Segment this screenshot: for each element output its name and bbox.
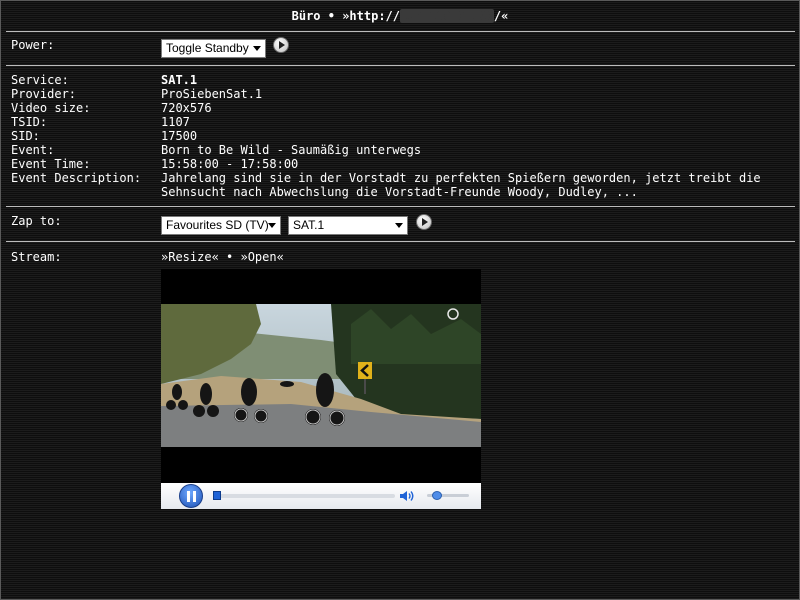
video-frame[interactable] — [161, 304, 481, 447]
channel-select[interactable]: SAT.1 — [288, 216, 408, 235]
pause-icon[interactable] — [179, 484, 203, 508]
video-player[interactable] — [161, 269, 481, 509]
divider — [6, 241, 795, 242]
volume-icon[interactable] — [399, 490, 415, 502]
zap-go-button[interactable] — [416, 214, 432, 230]
select-arrow-icon — [268, 223, 276, 228]
zap-label: Zap to: — [11, 214, 62, 228]
event-description-line: Sehnsucht nach Abwechslung die Vorstadt-… — [161, 185, 638, 199]
event-description: Jahrelang sind sie in der Vorstadt zu pe… — [161, 171, 791, 199]
service-label: Service: — [11, 73, 69, 87]
power-go-button[interactable] — [273, 37, 289, 53]
player-controls — [161, 483, 481, 509]
video-size-label: Video size: — [11, 101, 91, 115]
select-arrow-icon — [395, 223, 403, 228]
provider-label: Provider: — [11, 87, 77, 101]
seek-bar[interactable] — [213, 494, 395, 498]
tsid-label: TSID: — [11, 115, 48, 129]
title-prefix: Büro • »http:// — [291, 9, 400, 23]
seek-handle[interactable] — [213, 491, 221, 500]
link-separator: • — [218, 250, 241, 264]
video-size-value: 720x576 — [161, 101, 212, 115]
event-description-label: Event Description: — [11, 171, 142, 185]
bouquet-select[interactable]: Favourites SD (TV) — [161, 216, 281, 235]
tsid-value: 1107 — [161, 115, 190, 129]
divider — [6, 65, 795, 66]
provider-value: ProSiebenSat.1 — [161, 87, 263, 101]
sid-label: SID: — [11, 129, 40, 143]
event-label: Event: — [11, 143, 55, 157]
stream-label: Stream: — [11, 250, 62, 264]
divider — [6, 31, 795, 32]
stream-links: »Resize« • »Open« — [161, 250, 284, 264]
power-select-value: Toggle Standby — [166, 41, 249, 55]
service-value: SAT.1 — [161, 73, 198, 87]
power-label: Power: — [11, 38, 55, 52]
volume-handle[interactable] — [431, 491, 442, 500]
select-arrow-icon — [253, 46, 261, 51]
page-title: Büro • »http://192.168.0.100/« — [1, 1, 799, 31]
masked-host: 192.168.0.100 — [400, 9, 494, 23]
event-time-label: Event Time: — [11, 157, 91, 171]
resize-link[interactable]: »Resize« — [161, 250, 219, 264]
title-suffix: /« — [493, 9, 509, 23]
divider — [6, 206, 795, 207]
bouquet-select-value: Favourites SD (TV) — [166, 218, 269, 232]
video-frame-image — [161, 304, 481, 447]
channel-select-value: SAT.1 — [293, 218, 325, 232]
sid-value: 17500 — [161, 129, 198, 143]
open-link[interactable]: »Open« — [240, 250, 283, 264]
event-time-value: 15:58:00 - 17:58:00 — [161, 157, 299, 171]
power-select[interactable]: Toggle Standby — [161, 39, 266, 58]
event-description-line: Jahrelang sind sie in der Vorstadt zu pe… — [161, 171, 761, 185]
event-value: Born to Be Wild - Saumäßig unterwegs — [161, 143, 422, 157]
